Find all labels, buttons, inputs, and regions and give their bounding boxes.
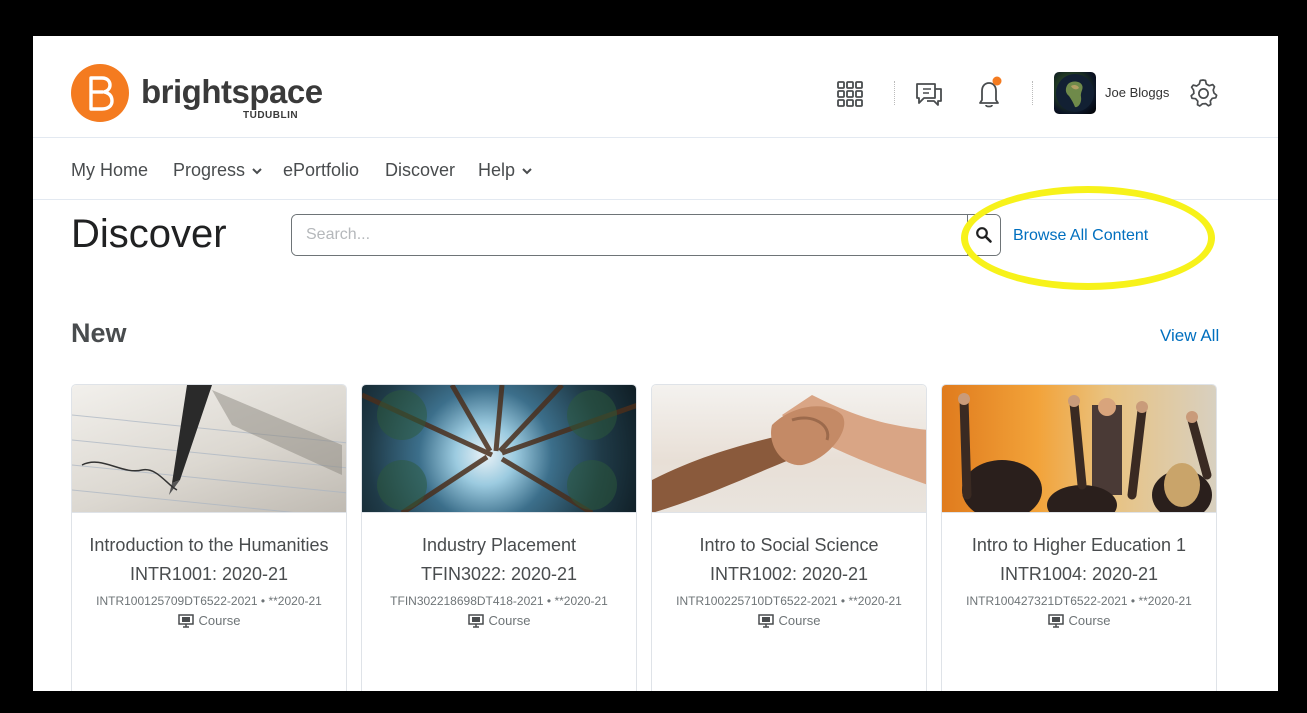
view-all-link[interactable]: View All [1160, 326, 1219, 346]
nav-item-label: Help [478, 160, 516, 180]
forest-canopy-image [362, 385, 636, 513]
course-type-label: Course [488, 613, 531, 628]
course-icon [757, 613, 774, 628]
nav-item-label: Progress [173, 160, 246, 180]
pen-writing-image [72, 385, 346, 513]
brand-name: brightspace [141, 73, 323, 110]
course-type: Course [942, 613, 1216, 628]
top-header: brightspace TUDUBLIN Joe Bloggs [33, 36, 1278, 138]
nav-item-progress[interactable]: Progress [173, 160, 263, 181]
chevron-down-icon [522, 167, 532, 174]
brightspace-window: brightspace TUDUBLIN Joe Bloggs My Home … [33, 36, 1278, 691]
course-title[interactable]: Intro to Higher Education 1 INTR1004: 20… [942, 531, 1216, 589]
brand-subtitle: TUDUBLIN [243, 110, 299, 121]
annotation-highlight-ellipse [961, 186, 1215, 290]
course-card[interactable]: Industry Placement TFIN3022: 2020-21 TFI… [361, 384, 637, 691]
page-title: Discover [71, 212, 227, 256]
chevron-down-icon [252, 167, 262, 174]
course-type-label: Course [778, 613, 821, 628]
holding-hands-image [652, 385, 926, 513]
course-type-label: Course [1068, 613, 1111, 628]
course-icon [467, 613, 484, 628]
course-title[interactable]: Intro to Social Science INTR1002: 2020-2… [652, 531, 926, 589]
course-icon [1047, 613, 1064, 628]
course-card[interactable]: Intro to Higher Education 1 INTR1004: 20… [941, 384, 1217, 691]
notification-dot [992, 76, 1002, 86]
course-type: Course [652, 613, 926, 628]
course-card[interactable]: Introduction to the Humanities INTR1001:… [71, 384, 347, 691]
course-title[interactable]: Introduction to the Humanities INTR1001:… [72, 531, 346, 589]
brightspace-logo-icon[interactable] [71, 64, 129, 122]
section-title-new: New [71, 318, 127, 348]
logo-b-glyph [89, 76, 114, 111]
nav-item-eportfolio[interactable]: ePortfolio [283, 160, 359, 181]
course-code: INTR100427321DT6522-2021 • **2020-21 [966, 594, 1192, 608]
header-divider [1032, 81, 1033, 105]
course-code: TFIN302218698DT418-2021 • **2020-21 [390, 594, 608, 608]
header-divider [894, 81, 895, 105]
search-input[interactable] [292, 215, 968, 255]
nav-item-help[interactable]: Help [478, 160, 533, 181]
user-name[interactable]: Joe Bloggs [1105, 85, 1169, 100]
nav-item-discover[interactable]: Discover [385, 160, 455, 181]
settings-icon[interactable] [1186, 76, 1220, 110]
nav-item-label: My Home [71, 160, 149, 180]
notifications-icon[interactable] [973, 76, 1005, 110]
course-title[interactable]: Industry Placement TFIN3022: 2020-21 [362, 531, 636, 589]
raised-hands-classroom-image [942, 385, 1216, 513]
course-card[interactable]: Intro to Social Science INTR1002: 2020-2… [651, 384, 927, 691]
nav-item-label: Discover [385, 160, 456, 180]
messages-icon[interactable] [913, 78, 945, 110]
search-bar [291, 214, 1001, 256]
course-type: Course [72, 613, 346, 628]
apps-grid-icon[interactable] [835, 79, 865, 109]
course-icon [177, 613, 194, 628]
nav-item-my-home[interactable]: My Home [71, 160, 148, 181]
course-code: INTR100125709DT6522-2021 • **2020-21 [96, 594, 322, 608]
course-type: Course [362, 613, 636, 628]
avatar[interactable] [1054, 72, 1096, 114]
course-type-label: Course [198, 613, 241, 628]
course-code: INTR100225710DT6522-2021 • **2020-21 [676, 594, 902, 608]
nav-item-label: ePortfolio [283, 160, 360, 180]
